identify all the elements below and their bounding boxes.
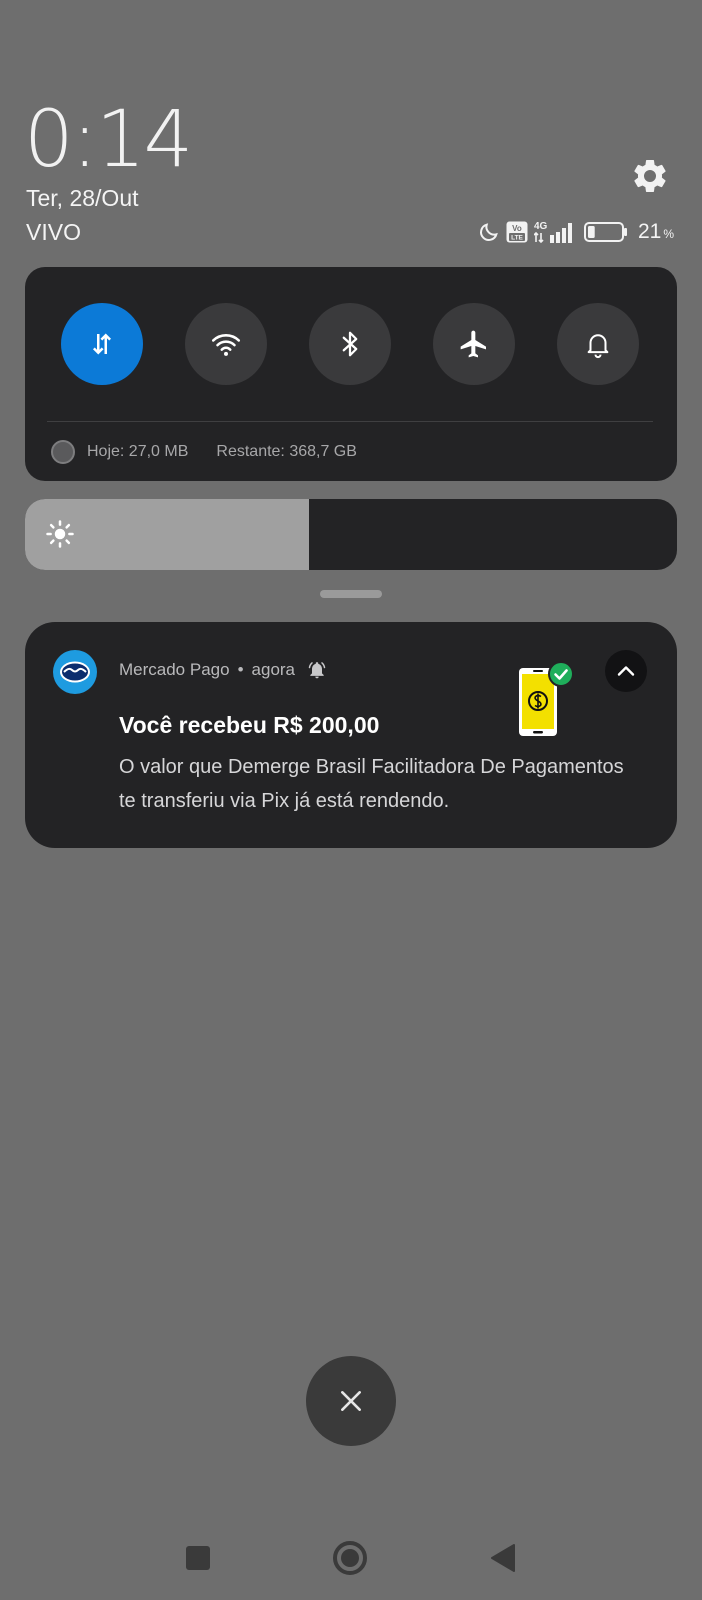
phone-money-check-icon (519, 661, 574, 736)
circle-icon[interactable] (332, 1540, 368, 1576)
notification-body: O valor que Demerge Brasil Facilitadora … (119, 756, 624, 812)
expand-button[interactable] (605, 650, 647, 692)
data-arrows-icon (92, 333, 112, 355)
data-remaining: Restante: 368,7 GB (216, 443, 357, 460)
notification-meta: Mercado Pago • agora (119, 660, 327, 680)
bell-icon (587, 334, 609, 359)
data-usage-today: Hoje: 27,0 MB (87, 443, 189, 460)
status-icons: Vo LTE 4G 21% (478, 218, 674, 246)
separator: • (237, 660, 244, 679)
app-name: Mercado Pago (119, 660, 230, 679)
svg-text:LTE: LTE (511, 235, 523, 242)
4g-signal-icon: 4G (534, 221, 572, 244)
airplane-icon (460, 330, 486, 358)
notification-time: agora (251, 660, 296, 679)
brightness-slider[interactable] (25, 499, 677, 570)
clear-all-button[interactable] (306, 1356, 396, 1446)
volte-icon: Vo LTE (506, 221, 528, 243)
notification-card[interactable]: Mercado Pago • agora Você recebeu R$ 200… (25, 622, 677, 848)
battery-icon (584, 222, 627, 242)
notification-title: Você recebeu R$ 200,00 (119, 712, 380, 738)
wifi-icon (211, 334, 241, 356)
tile-mobile-data[interactable] (61, 303, 143, 385)
square-icon[interactable] (185, 1545, 211, 1571)
sun-icon (46, 520, 74, 548)
tile-bluetooth[interactable] (309, 303, 391, 385)
tile-wifi[interactable] (185, 303, 267, 385)
quick-settings-panel: Hoje: 27,0 MB Restante: 368,7 GB (25, 267, 677, 481)
gear-icon[interactable] (630, 156, 670, 196)
bluetooth-icon (342, 331, 358, 357)
data-usage-row: Hoje: 27,0 MB Restante: 368,7 GB (51, 437, 357, 467)
chevron-up-icon (617, 666, 635, 676)
panel-handle[interactable] (320, 590, 382, 598)
svg-text:Vo: Vo (512, 224, 522, 233)
tile-sound[interactable] (557, 303, 639, 385)
triangle-back-icon[interactable] (490, 1543, 516, 1573)
bell-ringing-icon (308, 662, 326, 679)
divider (47, 421, 653, 422)
carrier-label: VIVO (26, 219, 81, 245)
data-usage-icon (51, 440, 75, 464)
close-icon (341, 1391, 361, 1411)
svg-text:4G: 4G (534, 221, 548, 232)
mercado-pago-app-icon (53, 650, 97, 694)
battery-percent: 21% (638, 220, 675, 243)
clock-time: 0:14 (24, 95, 193, 185)
date-label: Ter, 28/Out (26, 185, 139, 211)
tile-airplane-mode[interactable] (433, 303, 515, 385)
do-not-disturb-moon-icon (480, 223, 498, 241)
